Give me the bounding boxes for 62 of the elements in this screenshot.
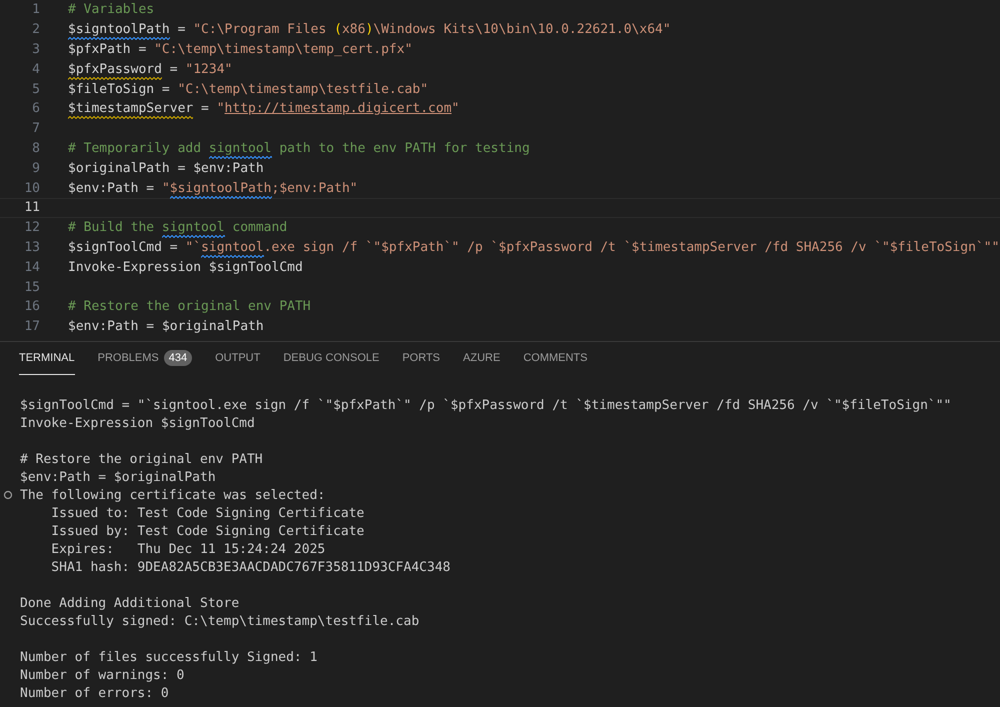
terminal-line: Number of errors: 0 (20, 686, 169, 700)
line-number: 6 (31, 101, 40, 116)
tab-label: TERMINAL (19, 352, 75, 364)
line-number: 13 (23, 240, 40, 255)
terminal-line: Number of warnings: 0 (20, 668, 184, 682)
line-number: 8 (31, 140, 40, 156)
terminal-line: SHA1 hash: 9DEA82A5CB3E3AACDADC767F35811D93CFA4C348 (50, 560, 450, 574)
line-number: 16 (23, 299, 40, 314)
terminal-line: $env:Path = $originalPath (20, 470, 216, 484)
code-line: $env:Path = "$signtoolPath;$env:Path" (68, 180, 358, 196)
line-number: 4 (31, 62, 40, 77)
line-number: 15 (23, 280, 40, 295)
line-number: 12 (23, 220, 40, 236)
terminal-line: Number of files successfully Signed: 1 (20, 650, 318, 664)
code-line: # Restore the original env PATH (68, 299, 311, 314)
panel-tab[interactable]: OUTPUT (215, 342, 260, 375)
line-number: 1 (31, 2, 40, 18)
panel-tab[interactable]: TERMINAL (19, 342, 75, 375)
line-number: 2 (31, 22, 40, 38)
line-number: 3 (31, 42, 40, 57)
line-number: 7 (31, 121, 40, 136)
code-line: # Variables (68, 2, 154, 18)
terminal-line: Issued to: Test Code Signing Certificate (50, 506, 364, 520)
line-number: 9 (31, 160, 40, 176)
code-line: # Build the signtool command (68, 220, 288, 236)
code-editor[interactable] (0, 0, 1000, 342)
code-line: # Temporarily add signtool path to the env PATH for testing (68, 140, 530, 156)
code-line: $pfxPassword = "1234" (68, 62, 232, 77)
terminal-line: Invoke-Expression $signToolCmd (20, 416, 255, 430)
code-line: $signtoolPath = "C:\Program Files (x86)\Windows Kits\10\bin\10.0.22621.0\x64" (68, 22, 671, 38)
terminal-line: Done Adding Additional Store (20, 596, 240, 610)
terminal-line: Issued by: Test Code Signing Certificate (50, 524, 364, 538)
tab-label: PORTS (402, 352, 440, 364)
command-decoration-icon[interactable] (3, 490, 13, 500)
panel-tab[interactable]: COMMENTS (523, 342, 588, 375)
code-line: $timestampServer = "http://timestamp.digicert.com" (68, 101, 460, 116)
terminal-line: $signToolCmd = "`signtool.exe sign /f `"$pfxPath`" /p `$pfxPassword /t `$timestampServer /fd SHA256 /v `"$fileToSign`"" (20, 398, 952, 412)
code-line: $env:Path = $originalPath (68, 319, 264, 334)
panel-tab[interactable]: AZURE (463, 342, 500, 375)
line-number: 5 (31, 82, 40, 97)
tab-label: COMMENTS (523, 352, 588, 364)
panel-tab[interactable]: PROBLEMS 434 (98, 342, 192, 375)
terminal-line: Successfully signed: C:\temp\timestamp\testfile.cab (20, 614, 420, 628)
tab-label: PROBLEMS (98, 352, 159, 364)
code-line: $pfxPath = "C:\temp\timestamp\temp_cert.pfx" (68, 42, 412, 57)
line-number: 14 (23, 260, 40, 275)
code-line: Invoke-Expression $signToolCmd (68, 260, 303, 275)
terminal-line: # Restore the original env PATH (20, 452, 263, 466)
code-line: $originalPath = $env:Path (68, 160, 264, 176)
tab-label: AZURE (463, 352, 500, 364)
count-badge: 434 (164, 350, 192, 366)
tab-label: OUTPUT (215, 352, 260, 364)
terminal-line: The following certificate was selected: (20, 488, 326, 502)
code-line: $fileToSign = "C:\temp\timestamp\testfile.cab" (68, 82, 428, 97)
panel-tab[interactable]: DEBUG CONSOLE (283, 342, 380, 375)
terminal-line: Expires: Thu Dec 11 15:24:24 2025 (50, 542, 326, 556)
line-number: 17 (23, 319, 40, 334)
line-number: 11 (23, 200, 40, 216)
code-line: $signToolCmd = "`signtool.exe sign /f `"$pfxPath`" /p `$pfxPassword /t `$timestampServer /fd SHA256 /v `"$fileToSign`"" (68, 240, 1000, 255)
panel-tab[interactable]: PORTS (402, 342, 440, 375)
tab-label: DEBUG CONSOLE (283, 352, 380, 364)
line-number: 10 (23, 180, 40, 196)
